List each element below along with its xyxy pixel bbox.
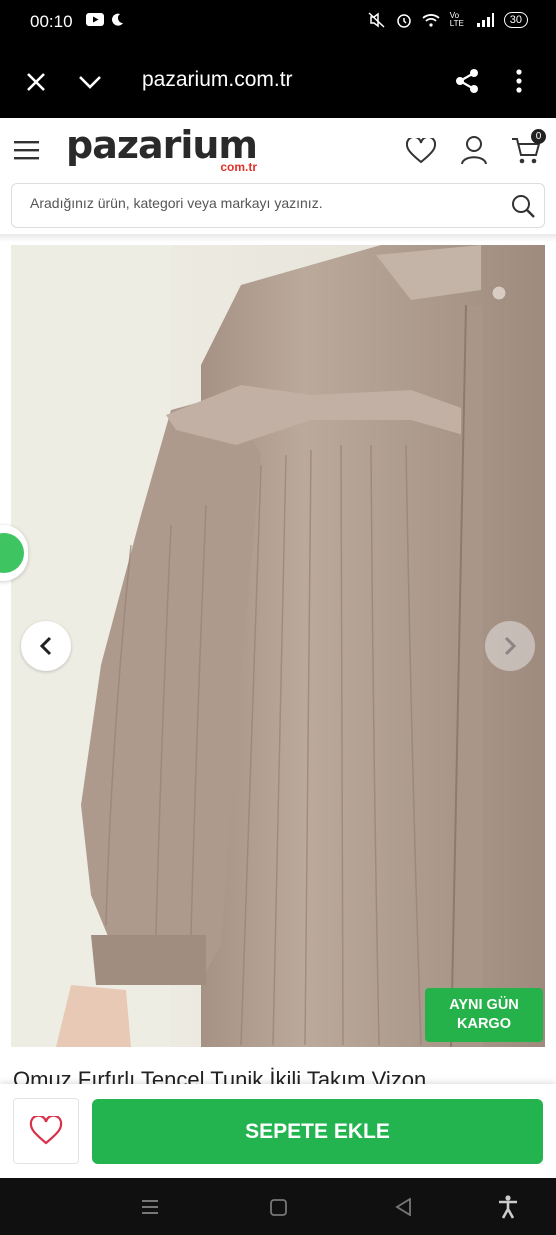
logo-domain: com.tr: [220, 160, 258, 174]
hamburger-menu-icon[interactable]: [14, 138, 40, 162]
chevron-right-icon: [504, 636, 517, 656]
user-account-icon[interactable]: [458, 134, 490, 166]
wifi-icon: [422, 14, 440, 27]
chevron-down-icon[interactable]: [76, 68, 104, 96]
volte-label: Vo LTE: [449, 11, 464, 28]
browser-toolbar: pazarium.com.tr: [0, 46, 556, 118]
site-logo[interactable]: pazarium com.tr: [66, 123, 258, 174]
chevron-left-icon: [39, 636, 52, 656]
battery-icon: 30: [503, 12, 528, 28]
add-to-favorites-button[interactable]: [13, 1098, 79, 1164]
tunic-photo: [11, 245, 545, 1047]
status-time: 00:10: [30, 12, 73, 31]
url-text[interactable]: pazarium.com.tr: [142, 68, 293, 92]
cart-count-badge: 0: [531, 129, 546, 144]
moon-icon: [112, 13, 123, 26]
home-icon[interactable]: [268, 1197, 288, 1217]
search-box: [11, 183, 545, 228]
add-to-cart-button[interactable]: SEPETE EKLE: [92, 1099, 543, 1164]
accessibility-icon[interactable]: [496, 1194, 520, 1220]
same-day-shipping-badge: AYNI GÜN KARGO: [425, 988, 543, 1042]
badge-line-2: KARGO: [457, 1016, 511, 1032]
recent-apps-icon[interactable]: [140, 1198, 160, 1216]
close-icon[interactable]: [22, 68, 50, 96]
carousel-next-button[interactable]: [485, 621, 535, 671]
site-header: pazarium com.tr: [0, 118, 556, 182]
alarm-icon: [397, 14, 411, 28]
youtube-icon: [86, 13, 104, 26]
status-bar: 00:10 Vo LTE 30: [0, 0, 556, 46]
product-image[interactable]: [11, 245, 545, 1047]
whatsapp-icon: [0, 533, 24, 573]
signal-icon: [476, 13, 494, 27]
product-title: Omuz Fırfırlı Tencel Tunik İkili Takım V…: [13, 1067, 427, 1086]
search-icon[interactable]: [510, 193, 536, 219]
logo-text: pazarium: [66, 123, 258, 167]
back-icon[interactable]: [393, 1197, 413, 1217]
search-input[interactable]: [30, 195, 490, 211]
heart-icon: [29, 1116, 63, 1145]
mute-icon: [368, 12, 385, 28]
share-icon[interactable]: [452, 66, 482, 96]
more-options-icon[interactable]: [508, 66, 530, 96]
wishlist-heart-icon[interactable]: [405, 136, 437, 166]
carousel-prev-button[interactable]: [21, 621, 71, 671]
header-divider: [0, 234, 556, 242]
badge-line-1: AYNI GÜN: [449, 997, 519, 1013]
bottom-action-bar: SEPETE EKLE: [0, 1084, 556, 1178]
system-navigation-bar: [0, 1178, 556, 1235]
